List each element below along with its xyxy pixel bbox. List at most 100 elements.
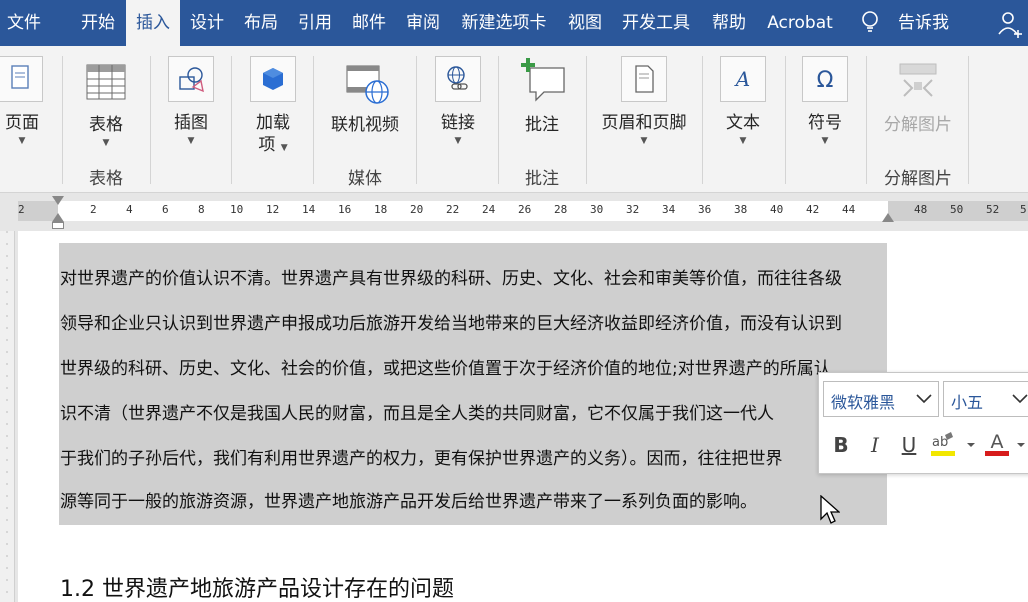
tab-design[interactable]: 设计 bbox=[182, 0, 232, 46]
split-image-button[interactable]: 分解图片 bbox=[874, 46, 962, 166]
paragraph-line[interactable]: 源等同于一般的旅游资源，世界遗产地旅游产品开发后给世界遗产带来了一系列负面的影响… bbox=[60, 487, 757, 512]
ruler-number: 44 bbox=[842, 203, 856, 216]
mini-toolbar: 微软雅黑 小五 B I U ab A bbox=[818, 372, 1028, 474]
group-label-comments: 批注 bbox=[525, 169, 559, 189]
new-comment-icon bbox=[518, 56, 568, 104]
group-separator bbox=[866, 56, 867, 184]
chevron-down-icon: ▼ bbox=[739, 136, 747, 146]
italic-button[interactable]: I bbox=[861, 429, 889, 461]
text-label: 文本 bbox=[726, 113, 760, 133]
link-globe-icon bbox=[435, 56, 481, 102]
ruler-number: 36 bbox=[698, 203, 712, 216]
table-button[interactable]: 表格 ▼ bbox=[70, 46, 142, 166]
mouse-pointer-icon bbox=[820, 494, 841, 525]
page-icon bbox=[0, 56, 43, 102]
tab-mailings[interactable]: 邮件 bbox=[344, 0, 394, 46]
share-person-icon[interactable] bbox=[994, 0, 1024, 46]
split-image-icon bbox=[896, 60, 940, 100]
hanging-indent-marker[interactable] bbox=[52, 213, 64, 222]
group-label-split-image: 分解图片 bbox=[884, 169, 952, 189]
ruler-number: 30 bbox=[590, 203, 604, 216]
tab-insert[interactable]: 插入 bbox=[126, 0, 180, 46]
split-image-label: 分解图片 bbox=[884, 115, 952, 135]
tab-layout[interactable]: 布局 bbox=[236, 0, 286, 46]
paragraph-line[interactable]: 识不清（世界遗产不仅是我国人民的财富，而且是全人类的共同财富，它不仅属于我们这一… bbox=[60, 399, 774, 424]
text-button[interactable]: A 文本 ▼ bbox=[708, 46, 778, 166]
ruler-number: 14 bbox=[302, 203, 316, 216]
symbols-button[interactable]: Ω 符号 ▼ bbox=[790, 46, 860, 166]
font-size-combobox[interactable]: 小五 bbox=[943, 381, 1028, 417]
bold-button[interactable]: B bbox=[827, 429, 855, 461]
underline-button[interactable]: U bbox=[895, 429, 923, 461]
ruler-number: 32 bbox=[626, 203, 640, 216]
ruler-number: 2 bbox=[18, 203, 25, 216]
chevron-down-icon[interactable] bbox=[1012, 394, 1028, 404]
header-footer-icon bbox=[621, 56, 667, 102]
tab-new-tab[interactable]: 新建选项卡 bbox=[454, 0, 554, 46]
font-color-button[interactable]: A bbox=[983, 429, 1028, 461]
section-heading[interactable]: 1.2 世界遗产地旅游产品设计存在的问题 bbox=[60, 571, 454, 602]
table-icon bbox=[86, 64, 126, 100]
font-name-combobox[interactable]: 微软雅黑 bbox=[823, 381, 939, 417]
ruler-number: 48 bbox=[914, 203, 928, 216]
ruler-number: 12 bbox=[266, 203, 280, 216]
tab-acrobat[interactable]: Acrobat bbox=[762, 0, 838, 46]
highlighter-icon: ab bbox=[931, 432, 975, 456]
pages-label: 页面 bbox=[5, 113, 39, 133]
header-footer-button[interactable]: 页眉和页脚 ▼ bbox=[594, 46, 694, 166]
text-box-icon: A bbox=[720, 56, 766, 102]
group-separator bbox=[785, 56, 786, 184]
group-label-media: 媒体 bbox=[348, 169, 382, 189]
paragraph-line[interactable]: 于我们的子孙后代，我们有利用世界遗产的权力，更有保护世界遗产的义务）。因而，往往… bbox=[60, 444, 783, 469]
tab-review[interactable]: 审阅 bbox=[398, 0, 448, 46]
highlight-color-button[interactable]: ab bbox=[929, 429, 977, 461]
horizontal-ruler[interactable]: 2 2 4 6 8 10 12 14 16 18 20 22 24 26 28 30 32 34 36 38 40 42 4… bbox=[0, 193, 1028, 231]
left-indent-marker[interactable] bbox=[52, 222, 64, 229]
font-color-icon: A bbox=[985, 431, 1025, 456]
svg-text:A: A bbox=[991, 431, 1004, 453]
lightbulb-icon[interactable] bbox=[858, 0, 882, 46]
link-button[interactable]: 链接 ▼ bbox=[422, 46, 494, 166]
omega-icon: Ω bbox=[802, 56, 848, 102]
paragraph-line[interactable]: 世界级的科研、历史、文化、社会的价值，或把这些价值置于次于经济价值的地位;对世界… bbox=[60, 354, 831, 379]
link-label: 链接 bbox=[441, 113, 475, 133]
chevron-down-icon: ▼ bbox=[821, 136, 829, 146]
ruler-number: 4 bbox=[126, 203, 133, 216]
illustrations-button[interactable]: 插图 ▼ bbox=[156, 46, 226, 166]
group-separator bbox=[702, 56, 703, 184]
ruler-number: 38 bbox=[734, 203, 748, 216]
vertical-ruler[interactable] bbox=[0, 231, 15, 602]
ruler-number: 10 bbox=[230, 203, 244, 216]
ruler-number: 16 bbox=[338, 203, 352, 216]
ruler-number: 34 bbox=[662, 203, 676, 216]
pages-button[interactable]: 页面 ▼ bbox=[0, 46, 44, 166]
tab-file[interactable]: 文件 bbox=[0, 0, 48, 46]
paragraph-line[interactable]: 对世界遗产的价值认识不清。世界遗产具有世界级的科研、历史、文化、社会和审美等价值… bbox=[60, 264, 842, 289]
ruler-number: 42 bbox=[806, 203, 820, 216]
online-video-icon bbox=[344, 60, 390, 106]
svg-text:ab: ab bbox=[932, 435, 948, 450]
svg-text:Ω: Ω bbox=[817, 68, 834, 93]
chevron-down-icon[interactable] bbox=[916, 394, 932, 404]
addins-button[interactable]: 加载 项 ▼ bbox=[238, 46, 308, 166]
group-separator bbox=[313, 56, 314, 184]
ruler-number: 6 bbox=[162, 203, 169, 216]
tab-developer[interactable]: 开发工具 bbox=[614, 0, 698, 46]
ribbon-insert: 页面 ▼ 表格 ▼ 表格 插图 ▼ 加载 项 ▼ 联机视频 媒体 链接 ▼ 批注… bbox=[0, 46, 1028, 193]
addins-cube-icon bbox=[250, 56, 296, 102]
tab-references[interactable]: 引用 bbox=[290, 0, 340, 46]
tell-me-search[interactable]: 告诉我 bbox=[898, 0, 958, 46]
ruler-number: 40 bbox=[770, 203, 784, 216]
online-video-button[interactable]: 联机视频 bbox=[322, 46, 408, 166]
group-separator bbox=[586, 56, 587, 184]
tab-home[interactable]: 开始 bbox=[70, 0, 126, 46]
first-line-indent-marker[interactable] bbox=[52, 196, 64, 205]
right-indent-marker[interactable] bbox=[882, 213, 894, 222]
chevron-down-icon: ▼ bbox=[187, 136, 195, 146]
paragraph-line[interactable]: 领导和企业只认识到世界遗产申报成功后旅游开发给当地带来的巨大经济收益即经济价值，… bbox=[60, 309, 842, 334]
group-separator bbox=[62, 56, 63, 184]
new-comment-button[interactable]: 批注 bbox=[504, 46, 580, 166]
tab-view[interactable]: 视图 bbox=[560, 0, 610, 46]
symbols-label: 符号 bbox=[808, 113, 842, 133]
tab-help[interactable]: 帮助 bbox=[704, 0, 754, 46]
